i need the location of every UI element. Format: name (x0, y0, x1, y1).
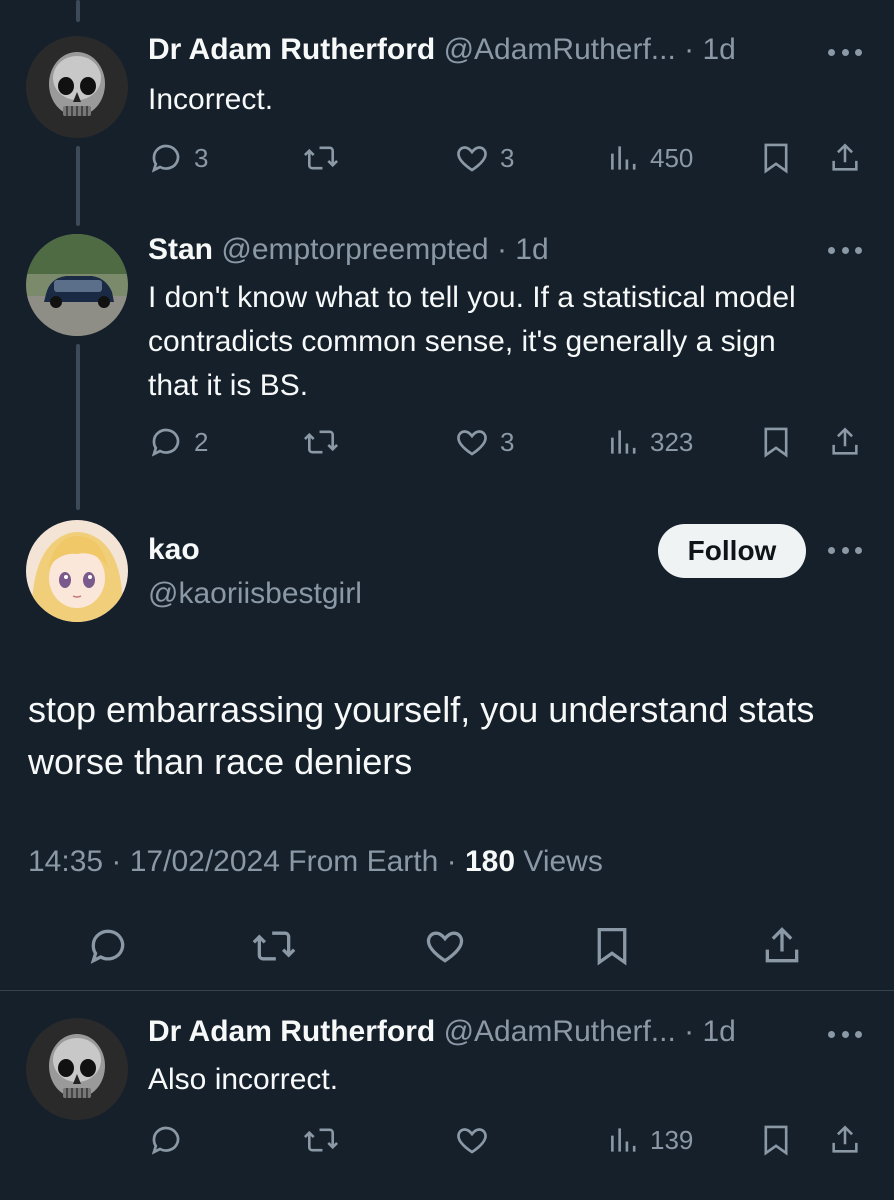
retweet-button[interactable] (302, 420, 350, 464)
author-handle[interactable]: @AdamRutherf... (444, 33, 676, 66)
like-button[interactable] (422, 918, 468, 974)
more-icon[interactable] (828, 1028, 862, 1040)
retweet-button[interactable] (302, 1118, 350, 1162)
share-icon (832, 1125, 858, 1153)
tweet-actions: 139 (0, 1118, 894, 1162)
separator: · (438, 845, 465, 878)
views-icon (611, 146, 636, 170)
tweet-time[interactable]: 1d (702, 1015, 735, 1048)
heart-icon (426, 931, 464, 963)
author-name[interactable]: Stan (148, 233, 213, 266)
tweet-meta: 14:35 · 17/02/2024 From Earth · 180 View… (28, 842, 603, 882)
tweet-text: stop embarrassing yourself, you understa… (28, 689, 815, 782)
separator: · (103, 845, 130, 878)
heart-icon (457, 1128, 487, 1154)
follow-button[interactable]: Follow (658, 524, 806, 578)
divider (0, 990, 894, 991)
views-button[interactable]: 139 (608, 1118, 693, 1162)
retweet-icon (303, 430, 339, 454)
views-icon (611, 1128, 636, 1152)
bookmark-button[interactable] (760, 136, 792, 180)
separator: · (675, 1015, 703, 1048)
more-icon[interactable] (828, 244, 862, 256)
avatar[interactable] (26, 1018, 128, 1120)
more-icon[interactable] (828, 46, 862, 58)
tweet-time[interactable]: 1d (515, 233, 548, 266)
tweet-date[interactable]: 17/02/2024 (130, 845, 280, 878)
bookmark-button[interactable] (592, 918, 632, 974)
tweet-actions: 3 3 450 (0, 136, 894, 180)
reply-button[interactable] (86, 918, 130, 974)
share-button[interactable] (828, 136, 862, 180)
author-handle[interactable]: @kaoriisbestgirl (148, 576, 362, 612)
tweet-text: Also incorrect. (148, 1063, 339, 1096)
reply-count: 2 (194, 426, 209, 457)
bookmark-icon (764, 427, 788, 458)
like-button[interactable]: 3 (454, 136, 514, 180)
bookmark-icon (597, 928, 627, 966)
author-name[interactable]: Dr Adam Rutherford (148, 33, 435, 66)
bookmark-icon (764, 143, 788, 174)
reply-button[interactable]: 3 (148, 136, 208, 180)
thread-line (76, 0, 80, 22)
author-handle[interactable]: @emptorpreempted (221, 233, 488, 266)
like-count: 3 (500, 426, 515, 457)
views-label: Views (523, 845, 603, 878)
reply-icon (151, 1126, 180, 1155)
bookmark-button[interactable] (760, 1118, 792, 1162)
tweet-actions: 2 3 323 (0, 420, 894, 464)
like-button[interactable] (454, 1118, 500, 1162)
tweet-header: Stan @emptorpreempted · 1d (148, 232, 794, 268)
author-handle[interactable]: @AdamRutherf... (444, 1015, 676, 1048)
avatar[interactable] (26, 520, 128, 622)
reply-button[interactable]: 2 (148, 420, 208, 464)
reply-icon (151, 144, 180, 173)
author-name[interactable]: Dr Adam Rutherford (148, 1015, 435, 1048)
reply-button[interactable] (148, 1118, 194, 1162)
separator: · (488, 233, 516, 266)
avatar[interactable] (26, 234, 128, 336)
reply-icon (151, 428, 180, 457)
share-icon (832, 143, 858, 171)
like-button[interactable]: 3 (454, 420, 514, 464)
views-icon (611, 430, 636, 454)
main-tweet-actions (0, 918, 894, 974)
bookmark-button[interactable] (760, 420, 792, 464)
heart-icon (457, 146, 487, 172)
retweet-button[interactable] (302, 136, 350, 180)
views-count: 139 (650, 1124, 694, 1155)
views-button[interactable]: 323 (608, 420, 693, 464)
retweet-icon (252, 931, 296, 961)
bookmark-icon (764, 1125, 788, 1156)
share-icon (765, 927, 799, 963)
reply-icon (90, 929, 125, 964)
retweet-icon (303, 146, 339, 170)
views-button[interactable]: 450 (608, 136, 693, 180)
more-icon[interactable] (828, 544, 862, 556)
retweet-button[interactable] (250, 918, 298, 974)
tweet-text: I don't know what to tell you. If a stat… (148, 281, 796, 402)
separator: · (675, 33, 703, 66)
views-count: 180 (464, 845, 516, 878)
share-button[interactable] (828, 1118, 862, 1162)
author-name[interactable]: kao (148, 532, 200, 568)
reply-count: 3 (194, 142, 209, 173)
heart-icon (457, 430, 487, 456)
tweet-header: Dr Adam Rutherford @AdamRutherf... · 1d (148, 1014, 794, 1050)
share-button[interactable] (828, 420, 862, 464)
tweet-source: From Earth (288, 845, 439, 878)
share-button[interactable] (760, 918, 804, 974)
views-count: 450 (650, 142, 694, 173)
views-count: 323 (650, 426, 694, 457)
tweet-time[interactable]: 14:35 (28, 845, 103, 878)
tweet-header: Dr Adam Rutherford @AdamRutherf... · 1d (148, 32, 794, 68)
like-count: 3 (500, 142, 515, 173)
avatar[interactable] (26, 36, 128, 138)
tweet-text: Incorrect. (148, 83, 274, 116)
retweet-icon (303, 1128, 339, 1152)
share-icon (832, 427, 858, 455)
tweet-time[interactable]: 1d (702, 33, 735, 66)
